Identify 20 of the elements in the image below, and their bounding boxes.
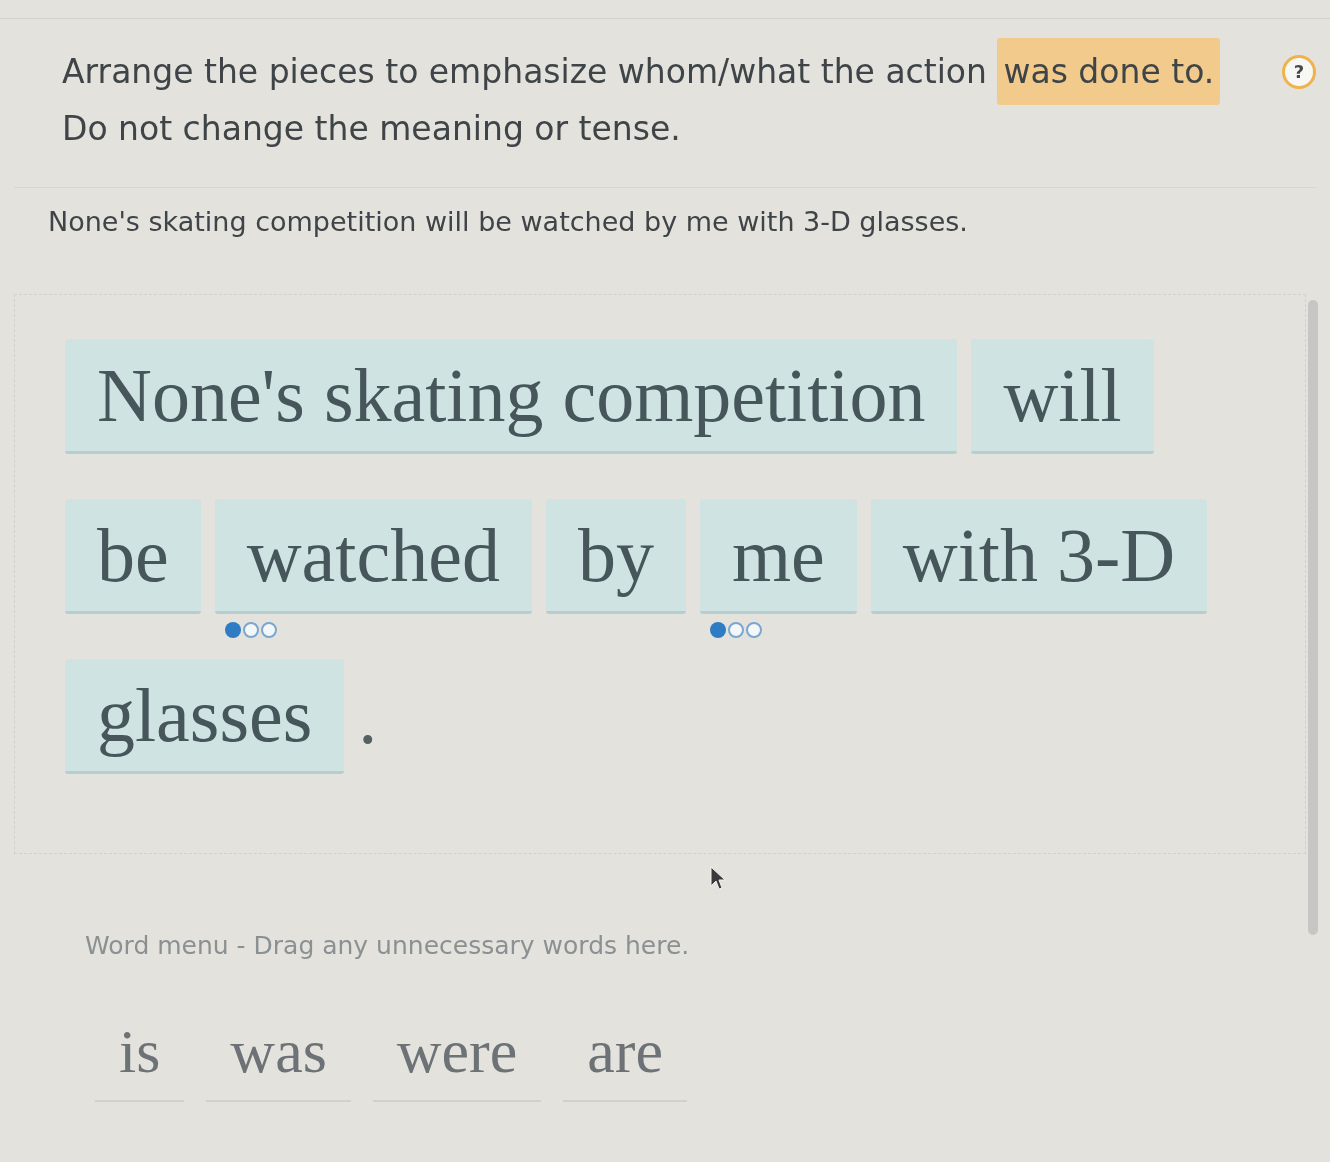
instruction-text: Arrange the pieces to emphasize whom/what the action was done to. bbox=[62, 39, 1221, 105]
word-tile[interactable]: are bbox=[563, 1002, 687, 1102]
mouse-cursor-icon bbox=[710, 866, 726, 890]
word-menu-label: Word menu - Drag any unnecessary words here. bbox=[85, 930, 690, 962]
word-tile[interactable]: be bbox=[65, 499, 201, 614]
word-tile[interactable]: by bbox=[545, 499, 686, 614]
word-tile[interactable]: will bbox=[971, 339, 1154, 454]
sentence-text: None's skating competition will be watched by me with 3-D glasses. bbox=[48, 205, 968, 239]
word-tile[interactable]: None's skating competition bbox=[65, 339, 958, 454]
scrollbar-thumb[interactable] bbox=[1308, 300, 1318, 935]
help-button[interactable]: ? bbox=[1282, 55, 1316, 89]
period-mark: . bbox=[358, 678, 378, 755]
word-tile[interactable]: was bbox=[206, 1002, 351, 1102]
word-tile[interactable]: glasses bbox=[65, 659, 345, 774]
word-tile[interactable]: with 3-D bbox=[870, 499, 1208, 614]
word-tile[interactable]: watched bbox=[214, 499, 532, 614]
word-tile[interactable]: is bbox=[95, 1002, 185, 1102]
word-tile[interactable]: were bbox=[372, 1002, 542, 1102]
word-tile[interactable]: me bbox=[699, 499, 857, 614]
instruction-note: Do not change the meaning or tense. bbox=[62, 109, 681, 149]
